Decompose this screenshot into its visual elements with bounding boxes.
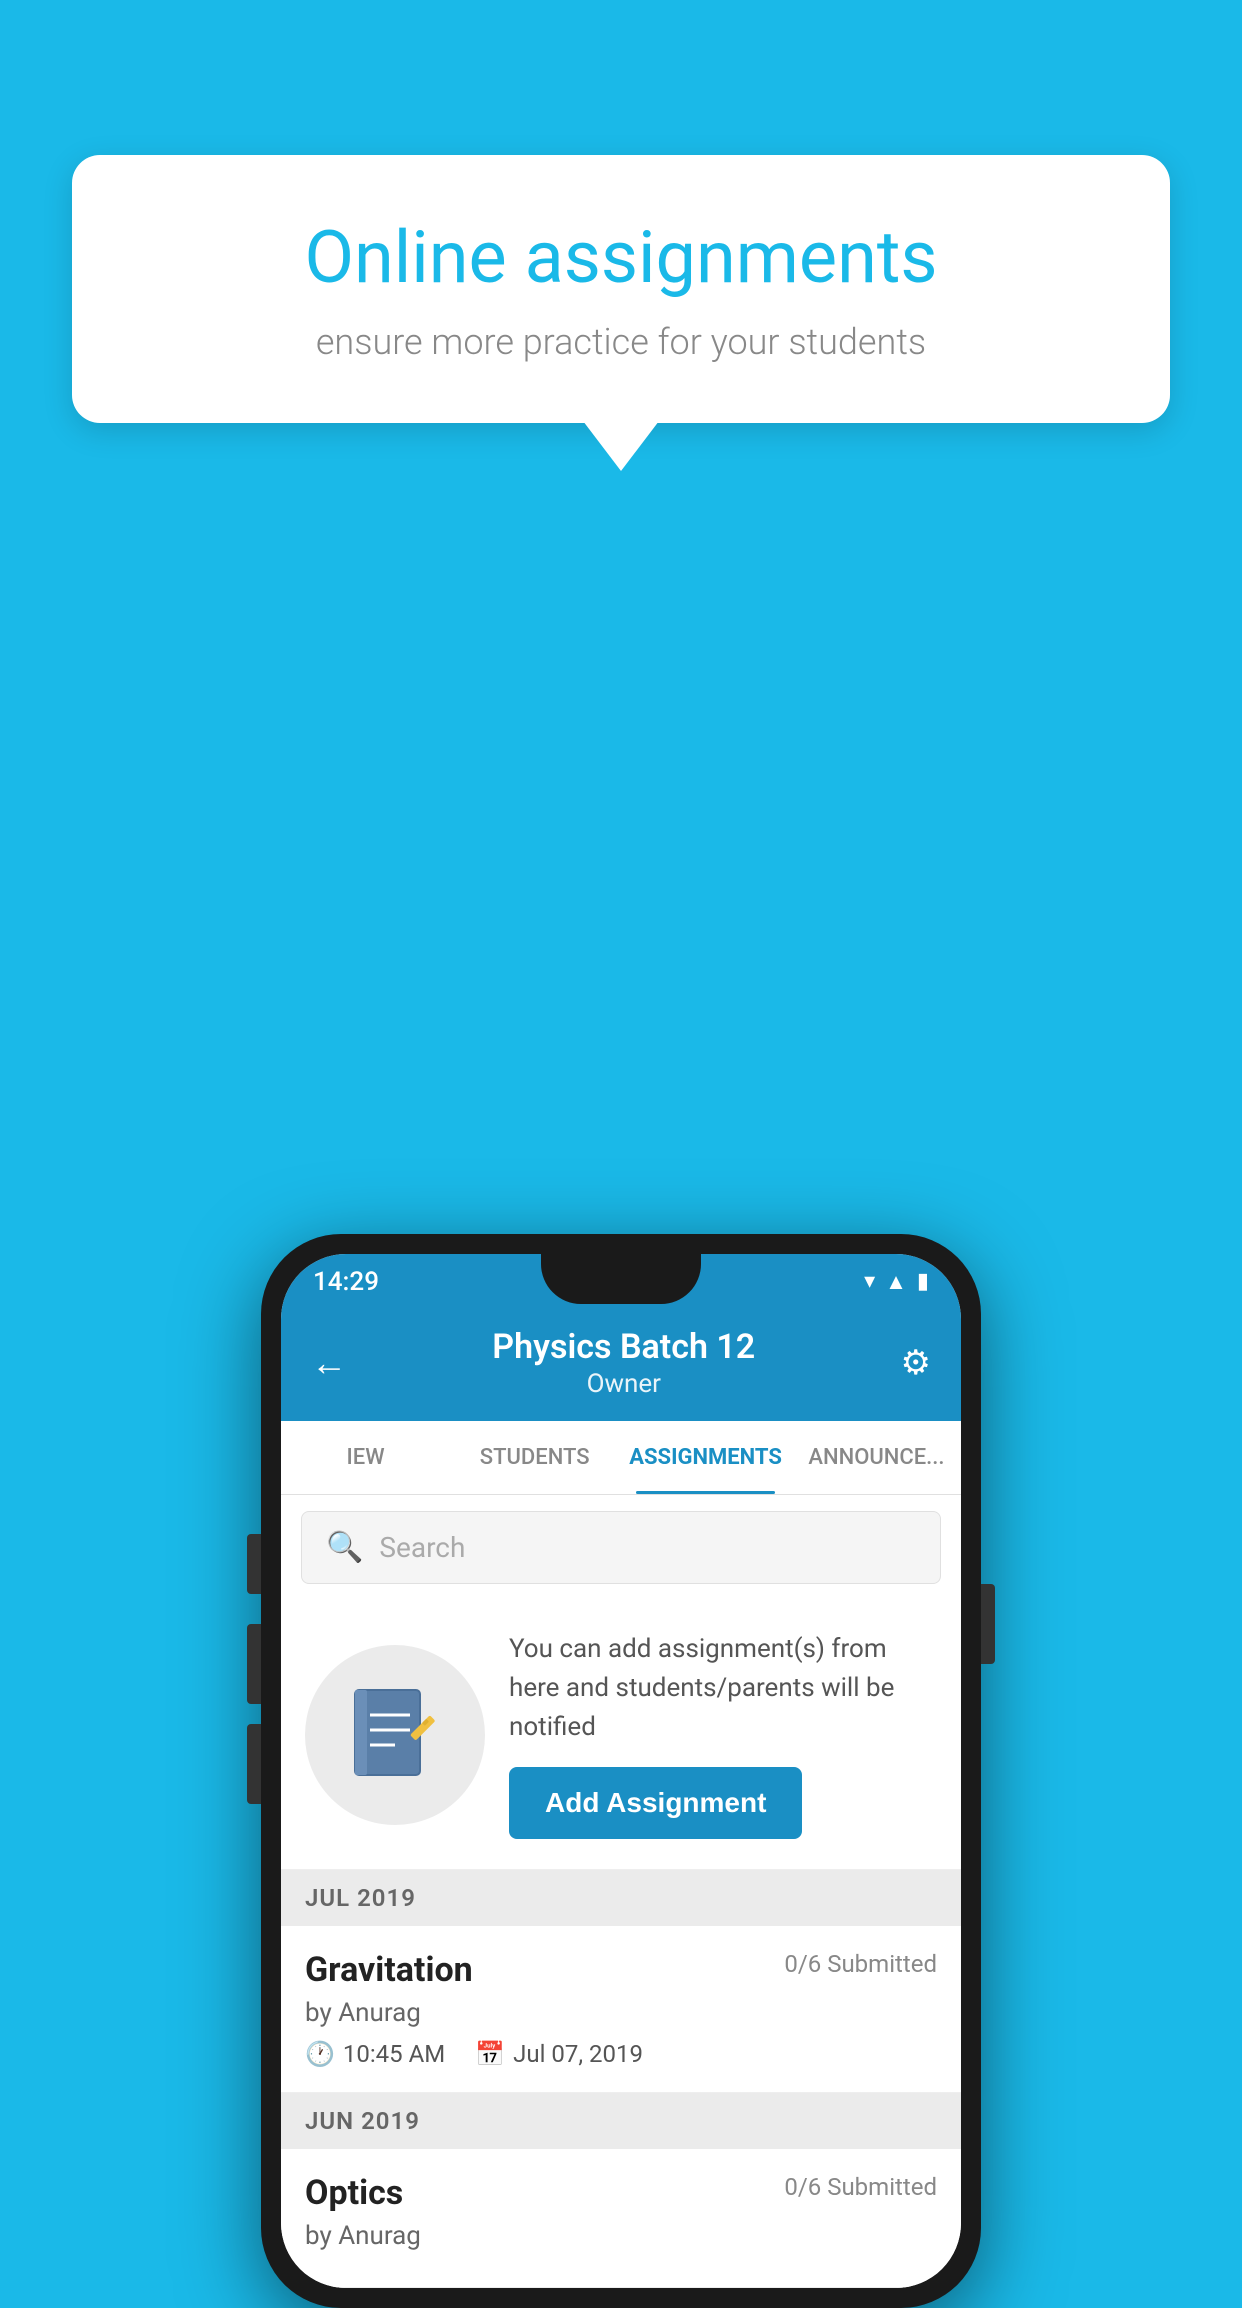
date-value: Jul 07, 2019 [513,2040,643,2068]
bubble-title: Online assignments [142,215,1100,301]
signal-icon: ▲ [885,1269,907,1295]
wifi-icon: ▾ [864,1269,875,1294]
volume-up-button [247,1624,261,1704]
search-icon: 🔍 [326,1530,363,1565]
header-subtitle: Owner [347,1369,901,1399]
tab-iew[interactable]: IEW [281,1421,450,1494]
assignment-status-optics: 0/6 Submitted [784,2173,937,2201]
power-button [981,1584,995,1664]
promo-content: You can add assignment(s) from here and … [509,1630,937,1839]
tab-students[interactable]: STUDENTS [450,1421,619,1494]
assignment-item-optics[interactable]: Optics 0/6 Submitted by Anurag [281,2149,961,2288]
status-time: 14:29 [313,1267,379,1297]
header-title: Physics Batch 12 [347,1327,901,1367]
assignment-author: by Anurag [305,1998,937,2028]
assignment-title: Gravitation [305,1950,473,1990]
promo-icon-circle [305,1645,485,1825]
assignment-meta: 🕐 10:45 AM 📅 Jul 07, 2019 [305,2040,937,2068]
volume-down-button [247,1724,261,1804]
assignment-top-row: Gravitation 0/6 Submitted [305,1950,937,1990]
notebook-icon [350,1685,440,1785]
speech-bubble-container: Online assignments ensure more practice … [72,155,1170,423]
app-header: ← Physics Batch 12 Owner ⚙ [281,1309,961,1421]
clock-icon: 🕐 [305,2040,335,2068]
status-icons: ▾ ▲ ▮ [864,1269,929,1295]
assignment-status: 0/6 Submitted [784,1950,937,1978]
battery-icon: ▮ [917,1269,929,1294]
assignment-title-optics: Optics [305,2173,403,2213]
bubble-subtitle: ensure more practice for your students [142,321,1100,363]
phone-notch [541,1254,701,1304]
assignment-author-optics: by Anurag [305,2221,937,2251]
search-bar: 🔍 Search [281,1495,961,1600]
section-header-jul: JUL 2019 [281,1870,961,1926]
time-value: 10:45 AM [343,2040,445,2068]
phone-screen: 14:29 ▾ ▲ ▮ ← Physics Batch 12 Owner ⚙ I… [281,1254,961,2288]
search-placeholder: Search [379,1531,465,1564]
assignment-time: 🕐 10:45 AM [305,2040,445,2068]
mute-button [247,1534,261,1594]
section-header-jun: JUN 2019 [281,2093,961,2149]
speech-bubble: Online assignments ensure more practice … [72,155,1170,423]
back-button[interactable]: ← [311,1342,347,1384]
settings-button[interactable]: ⚙ [901,1343,931,1383]
tab-announcements[interactable]: ANNOUNCE... [792,1421,961,1494]
assignment-date: 📅 Jul 07, 2019 [475,2040,643,2068]
promo-text: You can add assignment(s) from here and … [509,1630,937,1747]
assignment-top-row-optics: Optics 0/6 Submitted [305,2173,937,2213]
search-field[interactable]: 🔍 Search [301,1511,941,1584]
tabs-bar: IEW STUDENTS ASSIGNMENTS ANNOUNCE... [281,1421,961,1495]
header-center: Physics Batch 12 Owner [347,1327,901,1399]
add-assignment-button[interactable]: Add Assignment [509,1767,802,1839]
calendar-icon: 📅 [475,2040,505,2068]
assignment-item-gravitation[interactable]: Gravitation 0/6 Submitted by Anurag 🕐 10… [281,1926,961,2093]
add-assignment-promo: You can add assignment(s) from here and … [281,1600,961,1870]
phone-frame: 14:29 ▾ ▲ ▮ ← Physics Batch 12 Owner ⚙ I… [261,1234,981,2308]
tab-assignments[interactable]: ASSIGNMENTS [619,1421,792,1494]
